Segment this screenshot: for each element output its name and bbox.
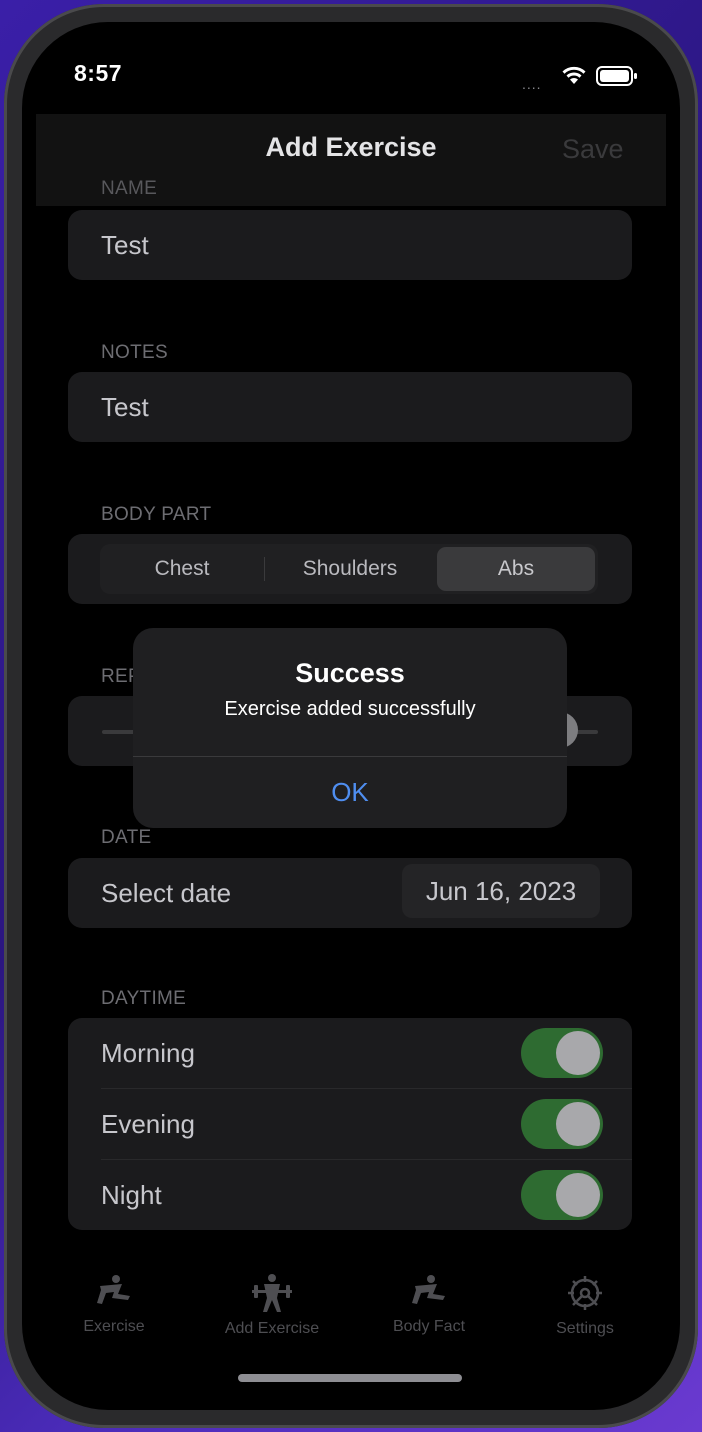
row-divider [101, 1159, 632, 1160]
tab-body-fact[interactable]: Body Fact [359, 1272, 499, 1336]
toggle-thumb [556, 1173, 600, 1217]
cellular-signal-icon: .... [522, 76, 542, 92]
toggle-thumb [556, 1031, 600, 1075]
phone-frame: 8:57 .... Add Exercise Save NAME Test NO… [4, 4, 698, 1428]
segment-abs[interactable]: Abs [437, 547, 595, 591]
wifi-icon [562, 66, 586, 84]
segment-shoulders[interactable]: Shoulders [265, 544, 435, 594]
date-picker-button[interactable]: Jun 16, 2023 [402, 864, 600, 918]
date-section-header: DATE [101, 827, 152, 848]
name-section-header: NAME [101, 178, 158, 199]
night-toggle[interactable] [521, 1170, 603, 1220]
tab-label-body-fact: Body Fact [392, 1318, 466, 1335]
save-button[interactable]: Save [562, 134, 624, 165]
notch [220, 22, 482, 90]
battery-icon [596, 66, 637, 86]
screen: 8:57 .... Add Exercise Save NAME Test NO… [22, 22, 680, 1410]
segment-chest[interactable]: Chest [100, 544, 264, 594]
name-field[interactable]: Test [68, 210, 632, 280]
notes-value: Test [101, 392, 149, 422]
row-divider [101, 1088, 632, 1089]
tab-exercise[interactable]: Exercise [44, 1272, 184, 1336]
tab-settings[interactable]: Settings [515, 1272, 655, 1338]
daytime-card: Morning Evening Night [68, 1018, 632, 1230]
evening-toggle[interactable] [521, 1099, 603, 1149]
tab-label-add-exercise: Add Exercise [224, 1320, 320, 1337]
exercise-icon [97, 1275, 130, 1304]
date-label: Select date [101, 878, 232, 908]
toggle-thumb [556, 1102, 600, 1146]
gear-icon [568, 1276, 602, 1310]
home-indicator [238, 1374, 462, 1382]
success-alert: Success Exercise added successfully OK [133, 628, 567, 828]
notes-field[interactable]: Test [68, 372, 632, 442]
tab-add-exercise[interactable]: Add Exercise [202, 1272, 342, 1338]
weightlifter-icon [252, 1274, 292, 1312]
tab-label-exercise: Exercise [83, 1318, 145, 1335]
daytime-section-header: DAYTIME [101, 988, 187, 1009]
morning-toggle[interactable] [521, 1028, 603, 1078]
body-part-segmented-control: Chest Shoulders Abs [100, 544, 598, 594]
ok-button[interactable]: OK [133, 757, 567, 828]
status-time: 8:57 [74, 60, 123, 86]
evening-label: Evening [101, 1109, 195, 1139]
morning-label: Morning [101, 1038, 195, 1068]
name-value: Test [101, 230, 149, 260]
alert-title: Success [295, 658, 405, 688]
alert-message: Exercise added successfully [224, 698, 476, 720]
body-part-section-header: BODY PART [101, 504, 212, 525]
notes-section-header: NOTES [101, 342, 168, 363]
night-label: Night [101, 1180, 162, 1210]
exercise-icon [412, 1275, 445, 1304]
tab-label-settings: Settings [556, 1320, 614, 1337]
